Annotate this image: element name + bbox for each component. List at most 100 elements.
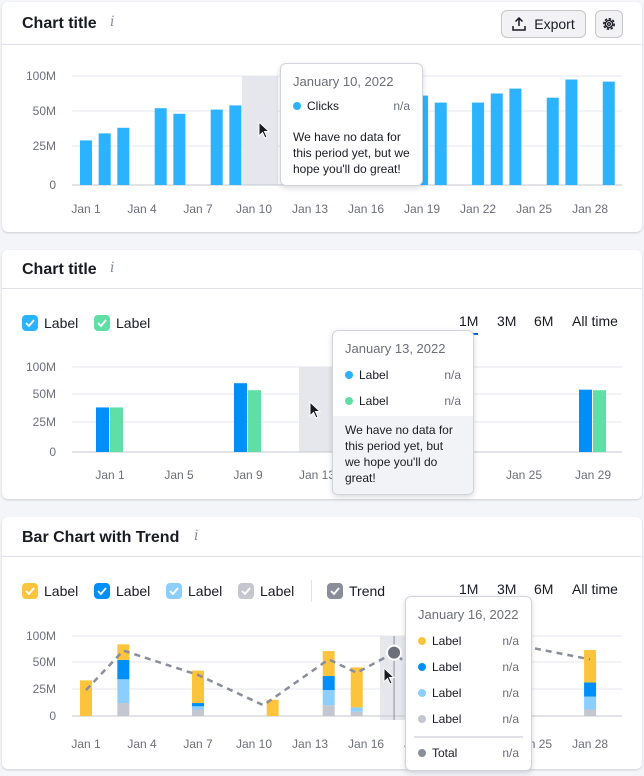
tooltip-value: n/a bbox=[502, 712, 519, 726]
tooltip-row: Label n/a bbox=[406, 628, 531, 652]
bar-segment bbox=[584, 709, 597, 716]
tooltip-label: Label bbox=[432, 634, 462, 648]
bar-chart-with-trend: 100M 50M 25M 0 Jan 1 Jan 4 Jan 7 Jan 10 Jan 13 Ja… bbox=[26, 629, 622, 751]
y-tick-label: 25M bbox=[33, 415, 56, 429]
y-tick-label: 100M bbox=[26, 360, 56, 374]
tooltip-label: Label bbox=[359, 394, 389, 408]
tooltip-series-label: Clicks bbox=[307, 99, 339, 113]
tooltip-row: Label n/a bbox=[406, 652, 531, 678]
bar-segment bbox=[117, 679, 130, 704]
bar bbox=[229, 105, 242, 185]
bar bbox=[173, 113, 186, 185]
bar bbox=[579, 389, 592, 452]
bar bbox=[472, 102, 485, 185]
x-tick-label: Jan 7 bbox=[183, 737, 213, 751]
bar bbox=[565, 79, 578, 185]
y-tick-label: 0 bbox=[49, 445, 56, 459]
bar-segment bbox=[322, 690, 335, 706]
tooltip-label: Label bbox=[432, 686, 462, 700]
tooltip-total-value: n/a bbox=[502, 746, 519, 760]
bar-segment bbox=[584, 682, 597, 697]
y-tick-label: 50M bbox=[33, 104, 56, 118]
series-dot bbox=[418, 689, 426, 697]
series-dot bbox=[418, 749, 426, 757]
bar bbox=[434, 102, 447, 185]
y-tick-label: 100M bbox=[26, 69, 56, 83]
bar bbox=[117, 127, 130, 185]
tooltip-value: n/a bbox=[502, 660, 519, 674]
x-tick-label: Jan 25 bbox=[506, 468, 542, 482]
y-tick-label: 0 bbox=[49, 709, 56, 723]
chart-card-2: Chart title i Label Label 1M 3M 6M All t… bbox=[2, 250, 642, 499]
x-tick-label: Jan 10 bbox=[236, 202, 272, 216]
bar-segment bbox=[117, 703, 130, 716]
tooltip-message: We have no data for this period yet, but… bbox=[333, 416, 473, 494]
x-tick-label: Jan 9 bbox=[233, 468, 263, 482]
x-tick-label: Jan 4 bbox=[127, 737, 157, 751]
y-tick-label: 25M bbox=[33, 139, 56, 153]
bar-segment bbox=[192, 703, 205, 707]
bar-segment bbox=[192, 706, 205, 710]
tooltip-message: We have no data for this period yet, but… bbox=[293, 130, 410, 176]
tooltip-date: January 16, 2022 bbox=[418, 607, 519, 622]
chart-tooltip: January 10, 2022 Clicks n/a We have no d… bbox=[280, 63, 423, 186]
x-tick-label: Jan 13 bbox=[292, 202, 328, 216]
chart-tooltip: January 16, 2022 Label n/a Label n/a Lab… bbox=[405, 596, 532, 771]
y-tick-label: 0 bbox=[49, 178, 56, 192]
bar-segment bbox=[322, 705, 335, 716]
series-dot bbox=[418, 715, 426, 723]
y-tick-label: 25M bbox=[33, 682, 56, 696]
x-tick-label: Jan 1 bbox=[71, 202, 101, 216]
tooltip-row: Label n/a bbox=[406, 704, 531, 734]
chart-card-1: Chart title i Export 100M 50M 25M 0 Jan 1 Jan… bbox=[2, 2, 642, 232]
bar bbox=[546, 97, 559, 185]
tooltip-value: n/a bbox=[444, 394, 461, 408]
tooltip-row: Clicks n/a bbox=[281, 95, 422, 117]
bar bbox=[509, 88, 522, 185]
tooltip-label: Label bbox=[432, 660, 462, 674]
bar-segment bbox=[80, 680, 92, 716]
chart-tooltip: January 13, 2022 Label n/a Label n/a We … bbox=[332, 330, 474, 495]
x-tick-label: Jan 1 bbox=[71, 737, 101, 751]
bar bbox=[80, 140, 92, 185]
bar-segment bbox=[350, 667, 363, 708]
bar-segment bbox=[322, 676, 335, 691]
x-tick-label: Jan 13 bbox=[292, 737, 328, 751]
bar bbox=[602, 81, 615, 185]
bar bbox=[234, 383, 247, 452]
bar-segment bbox=[584, 696, 597, 710]
tooltip-value: n/a bbox=[393, 99, 410, 113]
series-dot bbox=[293, 102, 301, 110]
series-dot bbox=[345, 371, 353, 379]
tooltip-date: January 13, 2022 bbox=[345, 341, 446, 356]
chart-card-3: Bar Chart with Trend i Label Label Label… bbox=[2, 517, 642, 771]
x-tick-label: Jan 5 bbox=[164, 468, 194, 482]
bar bbox=[154, 108, 167, 185]
tooltip-label: Label bbox=[359, 368, 389, 382]
y-tick-label: 50M bbox=[33, 387, 56, 401]
y-tick-label: 50M bbox=[33, 655, 56, 669]
bar-segment bbox=[192, 709, 205, 716]
x-tick-label: Jan 10 bbox=[236, 737, 272, 751]
bar-segment bbox=[117, 659, 130, 680]
cursor-icon bbox=[383, 667, 396, 685]
bar-chart: 100M50M25M0Jan 1Jan 5Jan 9Jan 13Jan 17Ja… bbox=[26, 360, 622, 482]
bar bbox=[98, 133, 111, 185]
bar-segment bbox=[350, 707, 363, 712]
tooltip-date: January 10, 2022 bbox=[293, 74, 394, 89]
tooltip-row: Label n/a bbox=[333, 362, 473, 386]
series-dot bbox=[418, 637, 426, 645]
trend-point bbox=[386, 644, 403, 661]
tooltip-row: Label n/a bbox=[406, 678, 531, 704]
x-tick-label: Jan 7 bbox=[183, 202, 213, 216]
bar bbox=[490, 93, 503, 185]
x-tick-label: Jan 25 bbox=[516, 202, 552, 216]
cursor-icon bbox=[258, 121, 271, 139]
x-tick-label: Jan 13 bbox=[299, 468, 335, 482]
tooltip-label: Label bbox=[432, 712, 462, 726]
series-dot bbox=[345, 397, 353, 405]
bar bbox=[593, 390, 606, 452]
tooltip-row: Label n/a bbox=[333, 386, 473, 416]
tooltip-total-label: Total bbox=[432, 746, 458, 760]
bar bbox=[96, 407, 109, 452]
